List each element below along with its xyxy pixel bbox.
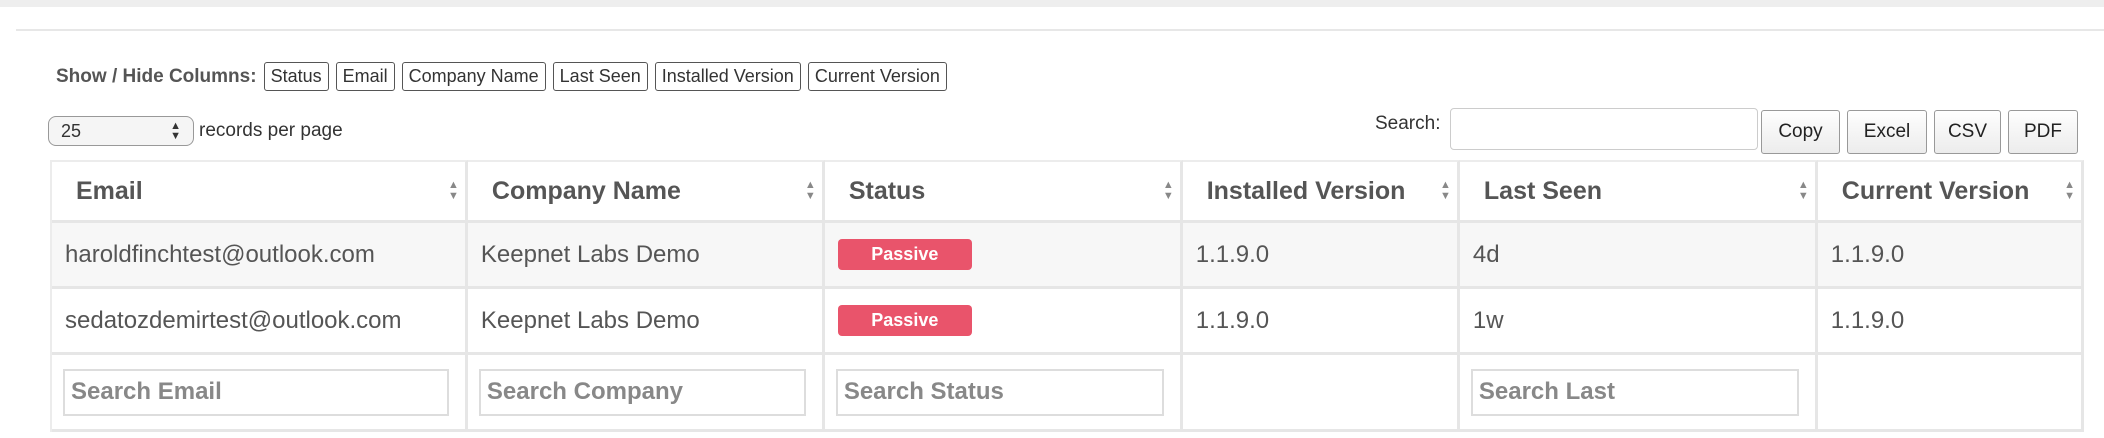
column-header-label: Company Name xyxy=(491,176,681,205)
export-buttons: Copy Excel CSV PDF xyxy=(1761,110,2085,154)
select-arrows-icon: ▲ ▼ xyxy=(170,120,181,142)
current-version-search-cell xyxy=(1817,355,2084,432)
csv-button[interactable]: CSV xyxy=(1934,110,2001,154)
column-visibility-label: Show / Hide Columns: xyxy=(56,65,257,87)
sort-icon: ▲ ▼ xyxy=(804,179,816,202)
status-badge: Passive xyxy=(837,305,972,336)
column-header-company[interactable]: Company Name ▲ ▼ xyxy=(467,160,825,223)
column-header-label: Status xyxy=(848,176,926,205)
copy-button[interactable]: Copy xyxy=(1761,110,1840,154)
installed-version-cell: 1.1.9.0 xyxy=(1182,289,1460,355)
page-length-select[interactable]: 25 ▲ ▼ xyxy=(48,116,194,146)
installed-version-search-cell xyxy=(1182,355,1460,432)
search-input[interactable] xyxy=(1450,108,1759,150)
divider xyxy=(16,29,2104,31)
column-header-label: Installed Version xyxy=(1206,176,1406,205)
company-search-cell xyxy=(467,355,825,432)
column-header-label: Last Seen xyxy=(1483,176,1602,205)
toggle-status-column[interactable]: Status xyxy=(263,62,329,91)
company-cell: Keepnet Labs Demo xyxy=(467,223,825,289)
status-cell: Passive xyxy=(824,289,1183,355)
table-row[interactable]: haroldfinchtest@outlook.com Keepnet Labs… xyxy=(52,223,2084,289)
sort-icon: ▲ ▼ xyxy=(448,179,459,202)
current-version-cell: 1.1.9.0 xyxy=(1817,289,2084,355)
last-seen-cell: 4d xyxy=(1459,223,1818,289)
table-row[interactable]: sedatozdemirtest@outlook.com Keepnet Lab… xyxy=(52,289,2084,355)
excel-button[interactable]: Excel xyxy=(1847,110,1927,154)
column-header-label: Email xyxy=(76,176,143,205)
column-header-status[interactable]: Status ▲ ▼ xyxy=(824,160,1183,223)
sort-icon: ▲ ▼ xyxy=(1797,179,1809,202)
company-cell: Keepnet Labs Demo xyxy=(467,289,825,355)
toggle-company-column[interactable]: Company Name xyxy=(401,62,546,91)
page-length-control: 25 ▲ ▼ records per page xyxy=(48,116,343,146)
sort-icon: ▲ ▼ xyxy=(1162,179,1174,202)
column-visibility-bar: Show / Hide Columns: Status Email Compan… xyxy=(56,62,954,91)
toggle-email-column[interactable]: Email xyxy=(335,62,395,91)
status-search-cell xyxy=(824,355,1183,432)
search-status-input[interactable] xyxy=(835,368,1164,416)
toggle-installed-version-column[interactable]: Installed Version xyxy=(654,62,801,91)
toggle-current-version-column[interactable]: Current Version xyxy=(807,62,947,91)
column-header-last-seen[interactable]: Last Seen ▲ ▼ xyxy=(1459,160,1818,223)
column-search-row xyxy=(52,355,2084,432)
installed-version-cell: 1.1.9.0 xyxy=(1182,223,1460,289)
status-cell: Passive xyxy=(824,223,1183,289)
top-strip xyxy=(0,0,2104,7)
status-badge: Passive xyxy=(837,239,972,270)
column-header-email[interactable]: Email ▲ ▼ xyxy=(52,160,468,223)
devices-table: Email ▲ ▼ Company Name ▲ ▼ Status ▲ ▼ Insta… xyxy=(50,160,2084,432)
email-cell: haroldfinchtest@outlook.com xyxy=(52,223,468,289)
header-row: Email ▲ ▼ Company Name ▲ ▼ Status ▲ ▼ Insta… xyxy=(52,160,2084,223)
page-length-label: records per page xyxy=(199,120,343,141)
email-cell: sedatozdemirtest@outlook.com xyxy=(52,289,468,355)
column-header-label: Current Version xyxy=(1841,176,2030,205)
column-header-installed-version[interactable]: Installed Version ▲ ▼ xyxy=(1182,160,1460,223)
current-version-cell: 1.1.9.0 xyxy=(1817,223,2084,289)
search-last-seen-input[interactable] xyxy=(1470,368,1799,416)
search-label: Search: xyxy=(1375,113,1441,134)
table-search: Search: xyxy=(1375,108,1759,150)
column-header-current-version[interactable]: Current Version ▲ ▼ xyxy=(1817,160,2084,223)
pdf-button[interactable]: PDF xyxy=(2008,110,2078,154)
email-search-cell xyxy=(52,355,468,432)
sort-icon: ▲ ▼ xyxy=(1440,179,1451,202)
last-seen-cell: 1w xyxy=(1459,289,1818,355)
last-seen-search-cell xyxy=(1459,355,1818,432)
search-email-input[interactable] xyxy=(63,368,449,416)
search-company-input[interactable] xyxy=(478,368,806,416)
sort-icon: ▲ ▼ xyxy=(2064,179,2075,202)
page-length-value: 25 xyxy=(61,120,82,141)
toggle-last-seen-column[interactable]: Last Seen xyxy=(552,62,648,91)
